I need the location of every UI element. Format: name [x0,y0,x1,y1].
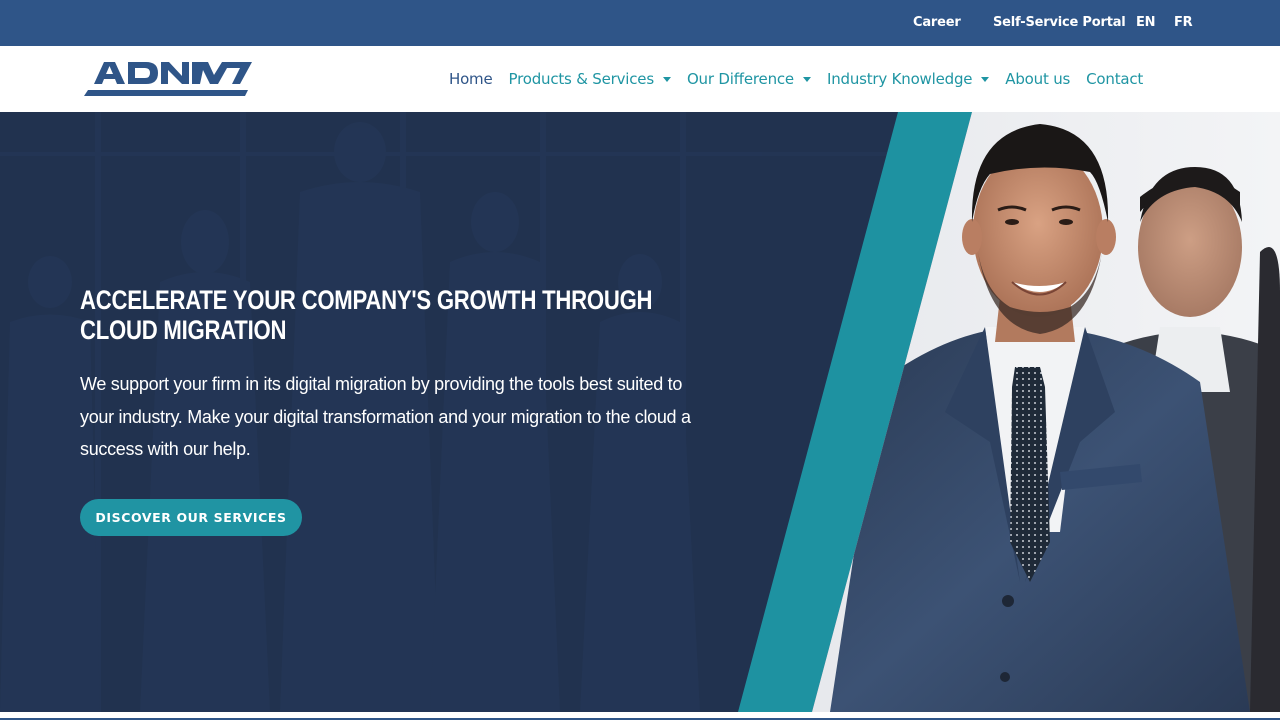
discover-services-button[interactable]: DISCOVER OUR SERVICES [80,499,302,536]
caret-down-icon [802,76,811,82]
caret-down-icon [662,76,671,82]
nav-item-about-us[interactable]: About us [1005,70,1070,88]
career-link[interactable]: Career [913,15,961,30]
nav-item-industry-knowledge[interactable]: Industry Knowledge [826,70,990,88]
nav-item-home[interactable]: Home [449,70,493,88]
main-navigation: Home Products & Services Our Difference … [449,69,1159,89]
nav-item-label: Industry Knowledge [826,70,973,88]
hero-banner: Accelerate your company's growth through… [0,112,1280,712]
language-fr-link[interactable]: FR [1174,15,1193,30]
hero-title: Accelerate your company's growth through… [80,285,653,345]
nav-item-label: Contact [1086,70,1144,88]
nav-item-label: Our Difference [686,70,794,88]
self-service-portal-link[interactable]: Self-Service Portal [993,15,1126,30]
nav-item-products-services[interactable]: Products & Services [509,70,671,88]
main-header: Home Products & Services Our Difference … [0,46,1280,112]
caret-down-icon [981,76,990,82]
logo-mark [84,62,252,96]
hero-description: We support your firm in its digital migr… [80,374,691,459]
top-utility-bar: Career Self-Service Portal EN FR [0,0,1280,46]
nav-item-contact[interactable]: Contact [1086,70,1143,88]
nav-item-our-difference[interactable]: Our Difference [687,70,811,88]
language-en-link[interactable]: EN [1136,15,1156,30]
nav-item-label: Products & Services [508,70,655,88]
adnm-logo[interactable] [84,58,252,100]
nav-item-label: Home [449,70,493,88]
nav-item-label: About us [1005,70,1071,88]
